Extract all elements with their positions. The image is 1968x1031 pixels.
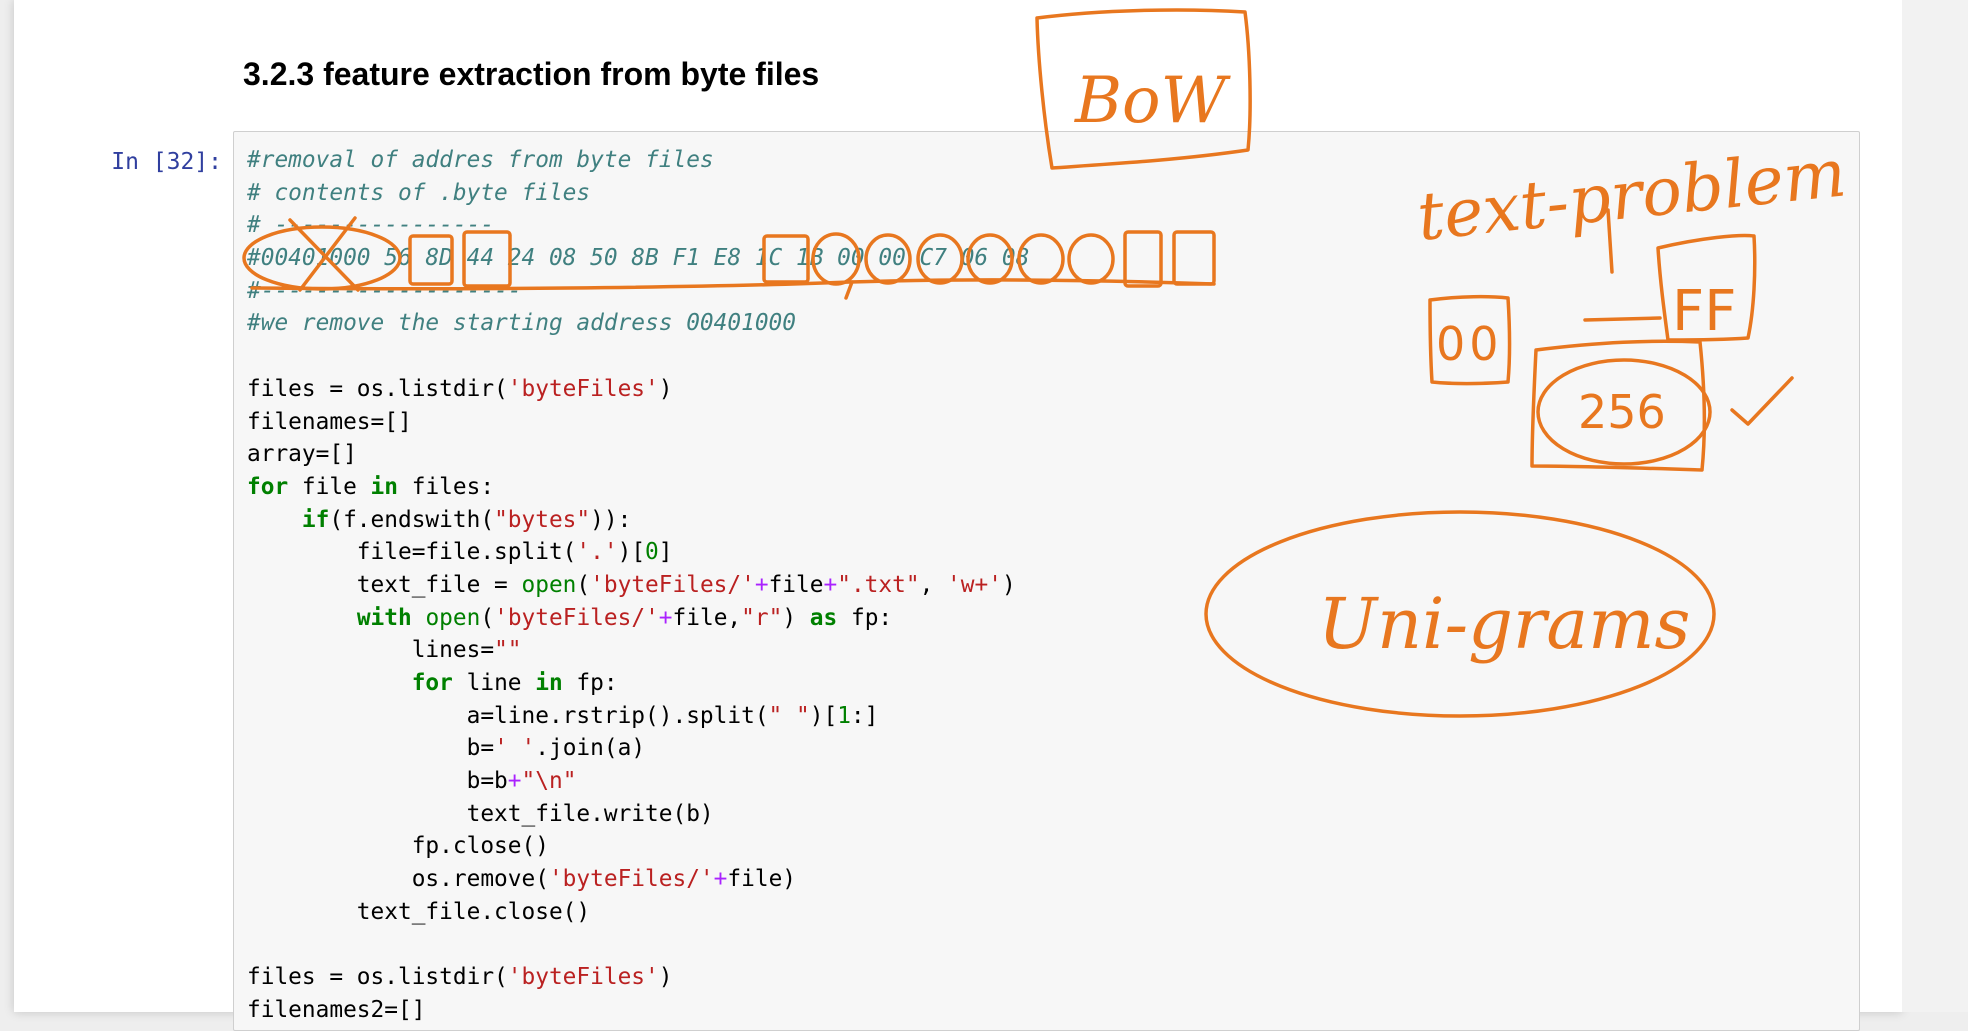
hex-circle-1C	[864, 233, 912, 285]
text-problem-annotation: text-problem	[1414, 134, 1850, 256]
address-cross-annotation	[288, 216, 360, 292]
hex-range-dash	[1583, 316, 1662, 322]
hex-box-F1	[762, 234, 810, 284]
hex-00-annotation: 00	[1436, 317, 1503, 371]
hex-ff-annotation: FF	[1672, 279, 1736, 344]
bow-annotation-text: BoW	[1074, 64, 1232, 138]
hex-circle-E8	[811, 232, 861, 286]
checkmark-annotation	[1730, 376, 1794, 426]
hex-underline-annotation	[250, 278, 1216, 291]
hex-circle-00b	[1017, 233, 1065, 285]
hex-circle-C7	[1067, 233, 1115, 285]
hex-circle-1B	[916, 233, 964, 285]
pen-annotations-layer: BoW text-problem 00 FF 256 Uni-grams	[242, 8, 1850, 718]
hex-box-8D	[462, 230, 512, 288]
address-circle-annotation	[242, 225, 402, 291]
hex-tick-annotation	[844, 280, 854, 300]
hex-box-06	[1123, 230, 1163, 288]
ngrams-annotation: Uni-grams	[1318, 583, 1690, 665]
hex-box-08	[1172, 230, 1216, 286]
hex-circle-00a	[966, 233, 1014, 285]
hex-box-56	[408, 234, 454, 286]
count-256-annotation: 256	[1578, 385, 1666, 439]
